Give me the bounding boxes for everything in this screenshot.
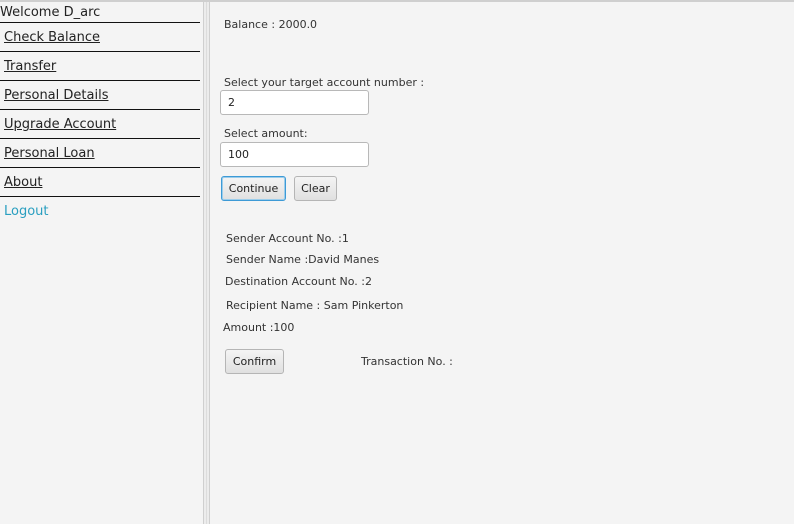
balance-label: Balance : 2000.0 [224, 18, 318, 31]
target-account-input[interactable] [220, 90, 369, 115]
sender-account-text: Sender Account No. :1 [226, 232, 349, 245]
splitter-grip [206, 2, 207, 524]
nav-personal-details[interactable]: Personal Details [4, 88, 108, 103]
transfer-panel: Balance : 2000.0 Select your target acco… [210, 2, 794, 524]
divider [0, 196, 200, 197]
amount-input[interactable] [220, 142, 369, 167]
confirm-button[interactable]: Confirm [225, 349, 284, 374]
divider [0, 109, 200, 110]
divider [0, 22, 200, 23]
transaction-number-text: Transaction No. : [361, 355, 453, 368]
amount-text: Amount :100 [223, 321, 295, 334]
welcome-text: Welcome D_arc [0, 5, 101, 20]
divider [0, 138, 200, 139]
nav-check-balance[interactable]: Check Balance [4, 30, 100, 45]
clear-button[interactable]: Clear [294, 176, 337, 201]
recipient-name-text: Recipient Name : Sam Pinkerton [226, 299, 404, 312]
sender-name-text: Sender Name :David Manes [226, 253, 380, 266]
target-account-label: Select your target account number : [224, 76, 425, 89]
logout-link[interactable]: Logout [4, 204, 49, 219]
continue-button[interactable]: Continue [221, 176, 286, 201]
nav-upgrade-account[interactable]: Upgrade Account [4, 117, 116, 132]
divider [0, 51, 200, 52]
divider [0, 80, 200, 81]
nav-about[interactable]: About [4, 175, 42, 190]
sidebar: Welcome D_arc Check Balance Transfer Per… [0, 2, 203, 524]
amount-label: Select amount: [224, 127, 308, 140]
divider [0, 167, 200, 168]
destination-account-text: Destination Account No. :2 [225, 275, 372, 288]
nav-personal-loan[interactable]: Personal Loan [4, 146, 95, 161]
nav-transfer[interactable]: Transfer [4, 59, 56, 74]
split-pane-divider[interactable] [203, 2, 210, 524]
